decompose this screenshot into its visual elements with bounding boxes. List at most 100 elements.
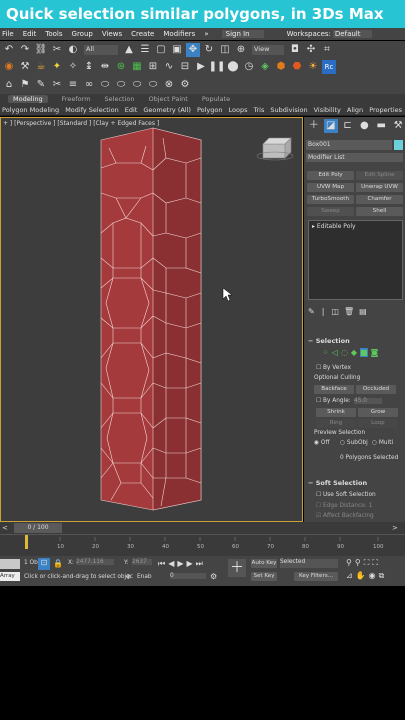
current-frame-field[interactable]: 0	[170, 573, 206, 579]
brush-icon[interactable]: ✎	[34, 78, 48, 92]
backface-button[interactable]: Backface	[314, 385, 354, 394]
ribbon-edit[interactable]: Edit	[125, 106, 138, 114]
zoom-all-icon[interactable]: ⚲	[355, 558, 361, 568]
menu-create[interactable]: Create	[131, 30, 154, 38]
go-to-start-icon[interactable]: ⏮	[158, 559, 165, 569]
ribbon-loops[interactable]: Loops	[229, 106, 248, 114]
play-animation-icon[interactable]: ▶	[177, 559, 183, 569]
ribbon-subdivision[interactable]: Subdivision	[270, 106, 307, 114]
hierarchy-tab-icon[interactable]: ⊏	[341, 119, 355, 133]
move-icon[interactable]: ✥	[186, 42, 200, 57]
ribbon-geometry[interactable]: Geometry (All)	[143, 106, 191, 114]
menu-more[interactable]: »	[204, 30, 208, 38]
grid-icon[interactable]: ▦	[130, 60, 144, 74]
globe-icon[interactable]: ⊛	[114, 60, 128, 74]
capsule3-icon[interactable]: ⬭	[130, 78, 144, 92]
zoom-extents-all-icon[interactable]: ⛶	[372, 558, 378, 568]
ribbon-align[interactable]: Align	[347, 106, 363, 114]
show-end-result-icon[interactable]: ❘	[320, 307, 327, 319]
set-key-mode-button[interactable]: Set Key	[251, 572, 277, 581]
remove-modifier-icon[interactable]: 🗑	[344, 307, 354, 319]
border-icon[interactable]: ◌	[341, 348, 348, 357]
preview-multi-radio[interactable]: ○ Multi	[372, 440, 393, 446]
sweep-button[interactable]: Sweep	[307, 207, 354, 216]
curve-editor-icon[interactable]: ∿	[162, 60, 176, 74]
next-frame-icon[interactable]: ▶	[187, 559, 193, 569]
pan-icon[interactable]: ✋	[356, 571, 366, 581]
selection-filter-dropdown[interactable]: All	[84, 44, 118, 55]
uvw-map-button[interactable]: UVW Map	[307, 183, 354, 192]
adaptive-degradation-icon[interactable]: ◍	[126, 574, 131, 580]
loop-button[interactable]: Loop	[358, 419, 398, 428]
vertex-icon[interactable]: ⁘	[322, 348, 329, 357]
array-icon[interactable]: ⊞	[146, 60, 160, 74]
time-slider-left-arrow[interactable]: <	[2, 524, 8, 532]
x-coordinate-field[interactable]: 2477.116	[76, 559, 114, 565]
selection-lock-icon[interactable]: 🔒	[53, 559, 63, 568]
preview-off-radio[interactable]: ◉ Off	[314, 440, 329, 446]
element-icon[interactable]: ■	[360, 348, 368, 357]
tab-freeform[interactable]: Freeform	[62, 95, 91, 103]
camera-icon[interactable]: ⌂	[2, 78, 16, 92]
edge-icon[interactable]: ◁	[332, 348, 338, 357]
viewcube-icon[interactable]	[256, 137, 294, 161]
helper-icon[interactable]: ✧	[66, 60, 80, 74]
link-icon[interactable]: ⛓	[34, 43, 48, 57]
menu-file[interactable]: File	[0, 30, 14, 38]
bind-spacewarp-icon[interactable]: ◐	[66, 43, 80, 57]
window-crossing-icon[interactable]: ▣	[170, 43, 184, 57]
capsule4-icon[interactable]: ⬭	[146, 78, 160, 92]
object-name-field[interactable]: Box001	[306, 140, 392, 150]
menu-edit[interactable]: Edit	[23, 30, 37, 38]
pivot-adjust-icon[interactable]: ↨	[82, 60, 96, 74]
zoom-icon[interactable]: ⚲	[346, 558, 352, 568]
grow-button[interactable]: Grow	[358, 408, 398, 417]
schematic-icon[interactable]: ⊟	[178, 60, 192, 74]
rc-icon[interactable]: Rc	[322, 60, 336, 74]
use-soft-selection-checkbox[interactable]: ☐ Use Soft Selection	[316, 492, 376, 498]
create-tab-icon[interactable]: ＋	[307, 119, 321, 133]
shrink-button[interactable]: Shrink	[316, 408, 356, 417]
redo-icon[interactable]: ↷	[18, 43, 32, 57]
utilities-tab-icon[interactable]: ⚒	[391, 119, 405, 133]
timer-icon[interactable]: ◷	[242, 60, 256, 74]
render-icon[interactable]: ☀	[306, 60, 320, 74]
tab-selection[interactable]: Selection	[105, 95, 135, 103]
keyboard-shortcut-icon[interactable]: ✣	[304, 43, 318, 57]
sign-in-button[interactable]: Sign In	[221, 30, 264, 38]
y-coordinate-field[interactable]: 2637	[132, 559, 152, 565]
pin-stack-icon[interactable]: ✎	[308, 307, 315, 319]
snap-icon[interactable]: ⌗	[320, 43, 334, 57]
tools-icon[interactable]: ⚙	[178, 78, 192, 92]
set-key-icon[interactable]: ＋	[228, 559, 246, 577]
by-vertex-checkbox[interactable]: ☐ By Vertex	[316, 365, 351, 371]
by-angle-checkbox[interactable]: ☐ By Angle:	[316, 398, 351, 404]
preview-subobj-radio[interactable]: ○ SubObj	[340, 440, 368, 446]
tab-object-paint[interactable]: Object Paint	[149, 95, 188, 103]
pivot-icon[interactable]: ◘	[288, 43, 302, 57]
chamfer-button[interactable]: Chamfer	[356, 195, 403, 204]
unlink-icon[interactable]: ✂	[50, 43, 64, 57]
editable-poly-stack-item[interactable]: ▸ Editable Poly	[309, 221, 402, 230]
light-icon[interactable]: ✦	[50, 60, 64, 74]
maximize-viewport-icon[interactable]: ⧉	[379, 571, 385, 581]
time-config-icon[interactable]: ⚙	[210, 572, 217, 581]
tab-populate[interactable]: Populate	[202, 95, 230, 103]
angle-input[interactable]: 45.0	[354, 398, 382, 404]
menu-views[interactable]: Views	[102, 30, 122, 38]
go-to-end-icon[interactable]: ⏭	[196, 559, 203, 569]
polygon-icon[interactable]: ◆	[351, 348, 357, 357]
turbosmooth-button[interactable]: TurboSmooth	[307, 195, 354, 204]
auto-key-button[interactable]: Auto Key	[251, 559, 277, 568]
ribbon-tris[interactable]: Tris	[253, 106, 264, 114]
previous-frame-icon[interactable]: ◀	[168, 559, 174, 569]
render-frame-icon[interactable]: ⬣	[290, 60, 304, 74]
ribbon-polygon[interactable]: Polygon	[197, 106, 223, 114]
select-object-icon[interactable]: ▲	[122, 43, 136, 57]
edit-poly-button[interactable]: Edit Poly	[307, 171, 354, 180]
element-cube-icon[interactable]: ◙	[371, 348, 379, 357]
wrench-icon[interactable]: ⚒	[18, 60, 32, 74]
motion-tab-icon[interactable]: ●	[357, 119, 371, 133]
ribbon-visibility[interactable]: Visibility	[314, 106, 341, 114]
link-chain-icon[interactable]: ∞	[82, 78, 96, 92]
